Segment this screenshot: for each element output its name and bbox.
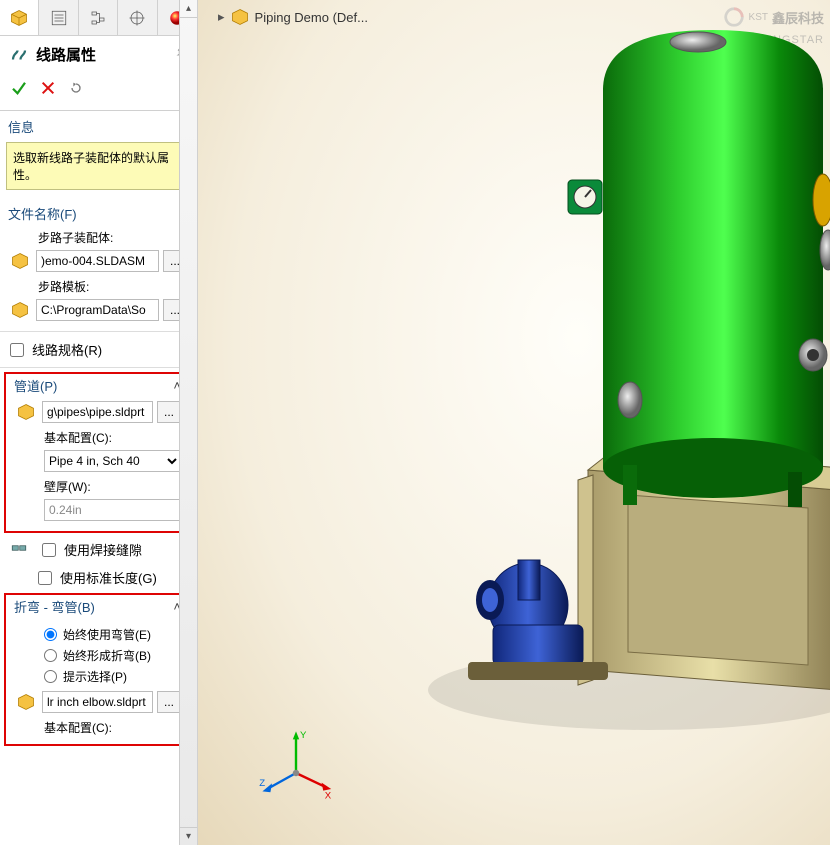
section-filename-header[interactable]: 文件名称(F) ˄ bbox=[0, 198, 195, 229]
highlight-bend-section: 折弯 - 弯管(B) ˄ 始终使用弯管(E) 始终形成折弯(B) 提示选择(P)… bbox=[4, 593, 191, 746]
section-bend-title: 折弯 - 弯管(B) bbox=[14, 597, 95, 616]
svg-text:Z: Z bbox=[259, 778, 265, 789]
part-icon bbox=[14, 693, 38, 711]
tab-config[interactable] bbox=[79, 0, 118, 35]
elbow-browse-button[interactable]: ... bbox=[157, 691, 181, 713]
bend-radio-elbow[interactable] bbox=[44, 628, 57, 641]
section-info-header[interactable]: 信息 ˄ bbox=[0, 111, 195, 142]
tab-feature[interactable] bbox=[0, 0, 39, 35]
highlight-pipe-section: 管道(P) ˄ ... 基本配置(C): Pipe 4 in, Sch 40 壁… bbox=[4, 372, 191, 533]
weld-gap-row[interactable]: 使用焊接缝隙 bbox=[0, 535, 195, 564]
spec-checkbox[interactable] bbox=[10, 343, 24, 357]
std-length-checkbox[interactable] bbox=[38, 571, 52, 585]
subasm-input[interactable] bbox=[36, 250, 159, 272]
pipe-config-label: 基本配置(C): bbox=[6, 429, 189, 450]
ok-button[interactable] bbox=[10, 79, 28, 100]
svg-text:X: X bbox=[325, 791, 332, 802]
std-length-row[interactable]: 使用标准长度(G) bbox=[0, 564, 195, 591]
tab-dim[interactable] bbox=[118, 0, 157, 35]
scroll-up-icon[interactable]: ▴ bbox=[180, 0, 197, 18]
section-bend-header[interactable]: 折弯 - 弯管(B) ˄ bbox=[6, 595, 189, 622]
model-render bbox=[368, 30, 830, 760]
redo-button[interactable] bbox=[68, 80, 84, 99]
target-icon bbox=[128, 9, 146, 27]
watermark-cn: 鑫辰科技 bbox=[772, 8, 824, 27]
pipe-path-input[interactable] bbox=[42, 401, 153, 423]
bend-radio-prompt[interactable] bbox=[44, 670, 57, 683]
bend-radio-group: 始终使用弯管(E) 始终形成折弯(B) 提示选择(P) bbox=[6, 622, 189, 691]
tab-properties[interactable] bbox=[39, 0, 78, 35]
bend-radio-prompt-label: 提示选择(P) bbox=[63, 668, 127, 685]
bend-radio-bend-label: 始终形成折弯(B) bbox=[63, 647, 151, 664]
logo-icon bbox=[723, 6, 745, 28]
panel-tabbar bbox=[0, 0, 197, 36]
svg-text:Y: Y bbox=[300, 730, 307, 741]
pipe-browse-button[interactable]: ... bbox=[157, 401, 181, 423]
spec-row[interactable]: 线路规格(R) ˅ bbox=[0, 336, 195, 363]
elbow-config-label: 基本配置(C): bbox=[6, 719, 189, 740]
triad-icon[interactable]: Y X Z bbox=[256, 725, 336, 805]
cube-icon bbox=[10, 9, 28, 27]
section-pipe-header[interactable]: 管道(P) ˄ bbox=[6, 374, 189, 401]
weld-icon bbox=[10, 539, 34, 560]
bend-radio-elbow-label: 始终使用弯管(E) bbox=[63, 626, 151, 643]
subasm-label: 步路子装配体: bbox=[0, 229, 195, 250]
panel-title: 线路属性 bbox=[36, 44, 96, 65]
scroll-down-icon[interactable]: ▾ bbox=[180, 827, 197, 845]
panel-title-row: 线路属性 bbox=[0, 36, 197, 73]
assembly-icon bbox=[8, 301, 32, 319]
elbow-path-input[interactable] bbox=[42, 691, 153, 713]
panel-scroll[interactable]: 信息 ˄ 选取新线路子装配体的默认属性。 文件名称(F) ˄ 步路子装配体: .… bbox=[0, 111, 197, 845]
route-icon bbox=[10, 46, 28, 64]
pipe-config-select[interactable]: Pipe 4 in, Sch 40 bbox=[44, 450, 181, 472]
template-input[interactable] bbox=[36, 299, 159, 321]
std-length-label: 使用标准长度(G) bbox=[60, 568, 157, 587]
viewport[interactable]: ▸ Piping Demo (Def... KST 鑫辰科技 KINGSTAR bbox=[198, 0, 830, 845]
tree-icon bbox=[89, 9, 107, 27]
viewport-title: Piping Demo (Def... bbox=[255, 10, 368, 25]
wall-input bbox=[44, 499, 181, 521]
assembly-icon bbox=[8, 252, 32, 270]
collapse-icon[interactable]: ▸ bbox=[218, 9, 225, 25]
template-label: 步路模板: bbox=[0, 278, 195, 299]
cancel-button[interactable] bbox=[40, 80, 56, 99]
weld-gap-checkbox[interactable] bbox=[42, 543, 56, 557]
property-panel: 线路属性 信息 ˄ 选取新线路子装配体的默认属性。 文件名称(F) ˄ 步路子装… bbox=[0, 0, 198, 845]
part-icon bbox=[14, 403, 38, 421]
wall-label: 壁厚(W): bbox=[6, 478, 189, 499]
panel-scrollbar[interactable]: ▴ ▾ bbox=[179, 0, 197, 845]
action-row bbox=[0, 73, 197, 111]
viewport-title-row: ▸ Piping Demo (Def... bbox=[218, 8, 368, 26]
info-message: 选取新线路子装配体的默认属性。 bbox=[6, 142, 189, 190]
watermark-tag: KST bbox=[749, 12, 768, 23]
section-info-title: 信息 bbox=[8, 117, 34, 136]
weld-gap-label: 使用焊接缝隙 bbox=[64, 540, 142, 559]
spec-label: 线路规格(R) bbox=[32, 340, 102, 359]
bend-radio-bend[interactable] bbox=[44, 649, 57, 662]
section-pipe-title: 管道(P) bbox=[14, 376, 57, 395]
list-icon bbox=[50, 9, 68, 27]
section-filename-title: 文件名称(F) bbox=[8, 204, 77, 223]
assembly-icon bbox=[231, 8, 249, 26]
